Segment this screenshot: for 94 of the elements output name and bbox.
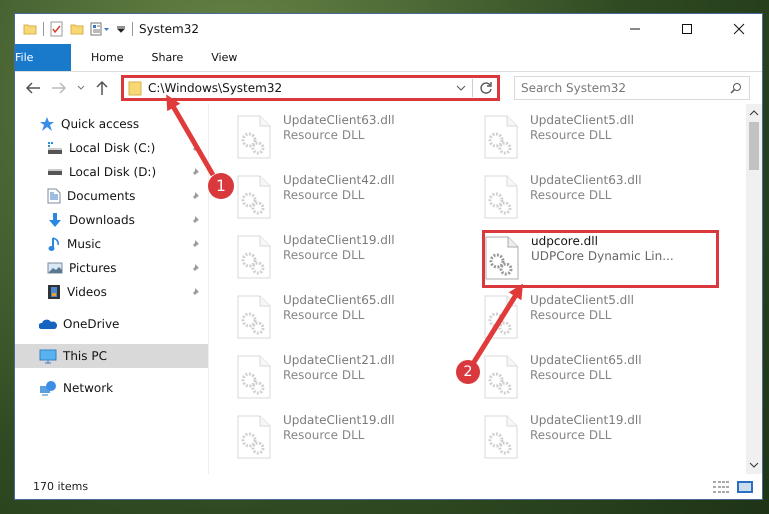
picture-icon — [47, 261, 63, 275]
ribbon-tab[interactable]: View — [197, 44, 252, 71]
sidebar-item[interactable]: This PC — [15, 344, 208, 368]
gear-file-icon — [484, 175, 518, 219]
sidebar-item[interactable]: OneDrive — [15, 312, 208, 336]
file-description: Resource DLL — [283, 308, 366, 322]
file-description: UDPCore Dynamic Lin... — [531, 249, 674, 263]
file-description: Resource DLL — [530, 128, 612, 142]
layout-icon[interactable] — [90, 22, 110, 36]
refresh-icon[interactable] — [479, 81, 493, 95]
file-description: Resource DLL — [530, 188, 612, 202]
gear-file-icon — [237, 355, 271, 399]
scrollbar[interactable] — [746, 104, 762, 474]
file-name: UpdateClient65.dll — [283, 293, 395, 307]
chevron-down-icon[interactable] — [77, 85, 85, 91]
music-note-icon — [47, 236, 61, 252]
file-item[interactable]: UpdateClient5.dll Resource DLL — [482, 290, 701, 348]
properties-icon[interactable] — [50, 21, 64, 37]
monitor-icon — [39, 348, 57, 364]
star-icon — [39, 116, 55, 132]
file-item[interactable]: UpdateClient63.dll Resource DLL — [235, 110, 454, 168]
file-item[interactable]: UpdateClient5.dll Resource DLL — [482, 110, 701, 168]
drive-icon — [47, 168, 63, 176]
sidebar-item[interactable]: Local Disk (D:) — [15, 160, 208, 184]
large-icons-view-icon[interactable] — [736, 480, 754, 494]
file-description: Resource DLL — [530, 428, 612, 442]
scroll-down-icon[interactable] — [749, 462, 759, 468]
file-name: UpdateClient5.dll — [530, 293, 634, 307]
file-name: UpdateClient19.dll — [283, 233, 395, 247]
file-name: UpdateClient5.dll — [530, 113, 634, 127]
sidebar-item[interactable]: Local Disk (C:) — [15, 136, 208, 160]
gear-file-icon — [237, 175, 271, 219]
film-icon — [47, 284, 61, 300]
file-name: UpdateClient19.dll — [283, 413, 395, 427]
cloud-icon — [39, 318, 57, 330]
file-item[interactable]: UpdateClient19.dll Resource DLL — [235, 410, 454, 468]
ribbon-tab[interactable]: Home — [77, 44, 138, 71]
file-item[interactable]: UpdateClient63.dll Resource DLL — [482, 170, 701, 228]
gear-file-icon — [237, 415, 271, 459]
file-name: UpdateClient21.dll — [283, 353, 395, 367]
ribbon-tab[interactable]: Share — [137, 44, 198, 71]
file-name: UpdateClient65.dll — [530, 353, 642, 367]
drive-icon — [47, 141, 63, 155]
file-description: Resource DLL — [283, 188, 366, 202]
file-tab[interactable]: File — [15, 44, 71, 71]
sidebar-item[interactable]: Videos — [15, 280, 208, 304]
file-item[interactable]: UpdateClient65.dll Resource DLL — [235, 290, 454, 348]
sidebar-item[interactable]: Pictures — [15, 256, 208, 280]
file-item[interactable]: UpdateClient65.dll Resource DLL — [482, 350, 701, 408]
file-name: UpdateClient63.dll — [283, 113, 395, 127]
file-description: Resource DLL — [283, 428, 366, 442]
sidebar-item[interactable]: Quick access — [15, 112, 208, 136]
file-name: UpdateClient42.dll — [283, 173, 395, 187]
file-item[interactable]: UpdateClient19.dll Resource DLL — [235, 230, 454, 288]
sidebar-item[interactable]: Network — [15, 376, 208, 400]
gear-file-icon — [485, 236, 519, 280]
file-name: udpcore.dll — [531, 234, 599, 248]
file-item[interactable]: UpdateClient21.dll Resource DLL — [235, 350, 454, 408]
document-icon — [47, 188, 61, 204]
gear-file-icon — [237, 235, 271, 279]
back-icon[interactable] — [25, 81, 41, 95]
file-name: UpdateClient19.dll — [530, 413, 642, 427]
file-name: UpdateClient63.dll — [530, 173, 642, 187]
file-description: Resource DLL — [530, 308, 612, 322]
gear-file-icon — [484, 415, 518, 459]
chevron-down-icon[interactable] — [456, 84, 466, 92]
file-description: Resource DLL — [530, 368, 612, 382]
gear-file-icon — [484, 115, 518, 159]
item-count: 170 items — [33, 480, 88, 493]
gear-file-icon — [237, 295, 271, 339]
folder-icon — [128, 80, 142, 96]
sidebar-item[interactable]: Downloads — [15, 208, 208, 232]
file-description: Resource DLL — [283, 368, 366, 382]
sidebar-item[interactable]: Music — [15, 232, 208, 256]
details-view-icon[interactable] — [712, 480, 730, 494]
window-title: System32 — [139, 22, 200, 36]
gear-file-icon — [237, 115, 271, 159]
search-field[interactable]: Search System32 — [514, 76, 750, 100]
gear-file-icon — [484, 355, 518, 399]
dropdown-icon[interactable] — [116, 24, 126, 34]
file-item[interactable]: UpdateClient42.dll Resource DLL — [235, 170, 454, 228]
download-icon — [47, 212, 63, 228]
file-description: Resource DLL — [283, 248, 366, 262]
file-description: Resource DLL — [283, 128, 366, 142]
up-icon[interactable] — [95, 80, 109, 96]
scrollbar-thumb[interactable] — [749, 122, 759, 170]
gear-file-icon — [484, 295, 518, 339]
scroll-up-icon[interactable] — [749, 110, 759, 116]
address-bar[interactable]: C:\Windows\System32 — [121, 75, 500, 101]
search-icon[interactable] — [730, 82, 742, 94]
file-item[interactable]: UpdateClient19.dll Resource DLL — [482, 410, 701, 468]
sidebar-item[interactable]: Documents — [15, 184, 208, 208]
file-item[interactable]: udpcore.dll UDPCore Dynamic Lin... — [482, 230, 719, 288]
network-icon — [39, 380, 57, 396]
